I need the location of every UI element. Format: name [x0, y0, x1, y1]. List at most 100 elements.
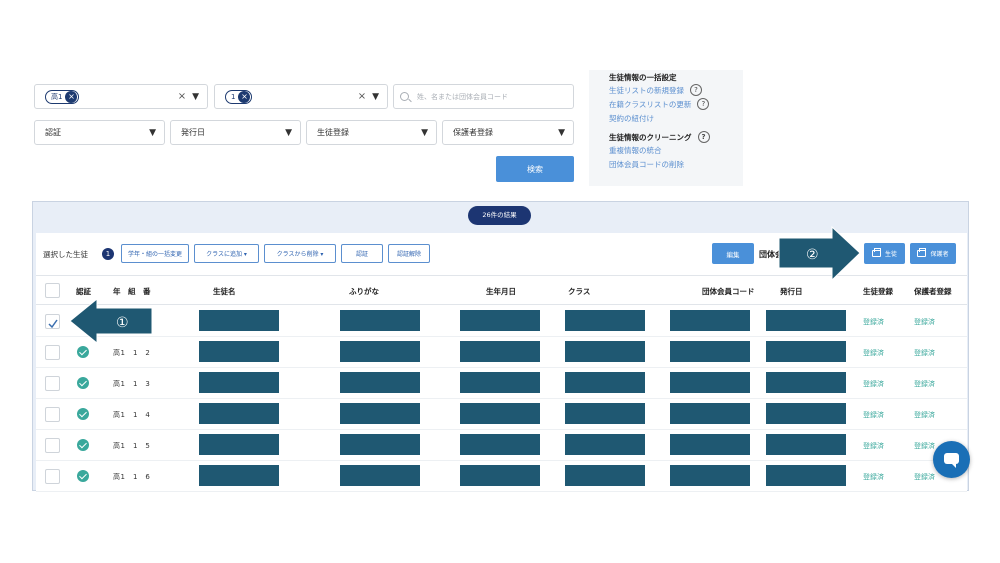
- results-count-badge: 26件の結果: [468, 206, 531, 225]
- redacted-cell: [340, 465, 420, 486]
- row-checkbox[interactable]: [45, 314, 60, 329]
- print-guardian-button[interactable]: 保護者: [910, 243, 956, 264]
- selected-count-badge: 1: [102, 248, 114, 260]
- row-checkbox[interactable]: [45, 407, 60, 422]
- row-checkbox[interactable]: [45, 438, 60, 453]
- remove-from-class-button[interactable]: クラスから削除 ▾: [264, 244, 336, 263]
- table-row[interactable]: 高1 1 4 登録済 登録済: [36, 399, 967, 430]
- table-row[interactable]: 高1 1 6 登録済 登録済: [36, 461, 967, 492]
- print-student-label: 生徒: [884, 251, 897, 258]
- redacted-cell: [565, 434, 645, 455]
- redacted-cell: [199, 434, 279, 455]
- row-grade: 高1 1 6: [113, 473, 151, 481]
- header-student-reg: 生徒登録: [863, 287, 893, 296]
- auth-filter-label: 認証: [45, 128, 61, 137]
- unauthenticate-button[interactable]: 認証解除: [388, 244, 430, 263]
- verified-check-icon: [77, 470, 89, 482]
- guardian-reg-status: 登録済: [914, 442, 935, 450]
- auth-filter-select[interactable]: 認証 ▼: [34, 120, 165, 145]
- redacted-cell: [565, 403, 645, 424]
- caret-down-icon[interactable]: ▼: [192, 92, 199, 102]
- update-class-list-label: 在籍クラスリストの更新: [609, 99, 692, 109]
- help-icon[interactable]: ?: [697, 98, 710, 110]
- issue-date-filter-select[interactable]: 発行日 ▼: [170, 120, 301, 145]
- help-icon[interactable]: ?: [697, 131, 710, 143]
- redacted-cell: [460, 310, 540, 331]
- search-input[interactable]: 姓、名または団体会員コード: [393, 84, 574, 109]
- bulk-grade-change-button[interactable]: 学年・組の一括変更: [121, 244, 189, 263]
- student-reg-status: 登録済: [863, 442, 884, 450]
- delete-member-code-link[interactable]: 団体会員コードの削除: [609, 157, 743, 171]
- page: 高1 × × ▼ 1 × × ▼ 姓、名または団体会員コード 認証 ▼ 発行日 ▼ …: [0, 0, 1000, 563]
- row-grade: 高1 1 2: [113, 349, 151, 357]
- chip-remove-icon[interactable]: ×: [238, 90, 251, 103]
- edit-button[interactable]: 編集: [712, 243, 754, 264]
- table-row[interactable]: 高1 1 2 登録済 登録済: [36, 337, 967, 368]
- row-grade: 高1 1 3: [113, 380, 151, 388]
- verified-check-icon: [77, 377, 89, 389]
- redacted-cell: [766, 372, 846, 393]
- redacted-cell: [766, 403, 846, 424]
- student-info-menu: 生徒情報の一括設定 生徒リストの新規登録? 在籍クラスリストの更新? 契約の紐付…: [589, 70, 743, 186]
- print-student-button[interactable]: 生徒: [864, 243, 905, 264]
- redacted-cell: [766, 341, 846, 362]
- row-checkbox[interactable]: [45, 469, 60, 484]
- grade-chip-label: 高1: [51, 92, 63, 101]
- verified-check-icon: [77, 346, 89, 358]
- help-icon[interactable]: ?: [690, 84, 702, 96]
- header-auth: 認証: [76, 287, 91, 296]
- student-reg-status: 登録済: [863, 380, 884, 388]
- guardian-reg-status: 登録済: [914, 318, 935, 326]
- add-to-class-button[interactable]: クラスに追加 ▾: [194, 244, 259, 263]
- redacted-cell: [460, 465, 540, 486]
- redacted-cell: [565, 465, 645, 486]
- checkmark-icon: [48, 319, 58, 329]
- merge-duplicates-label: 重複情報の統合: [609, 145, 662, 155]
- link-contract-link[interactable]: 契約の紐付け: [609, 111, 743, 125]
- class-filter-chips: 1 ×: [225, 89, 358, 104]
- redacted-cell: [670, 403, 750, 424]
- redacted-cell: [766, 310, 846, 331]
- row-checkbox[interactable]: [45, 376, 60, 391]
- search-button[interactable]: 検索: [496, 156, 574, 182]
- chat-button[interactable]: [933, 441, 970, 478]
- header-issue: 発行日: [780, 287, 803, 296]
- chat-icon: [944, 453, 959, 468]
- table-row[interactable]: 高1 1 5 登録済 登録済: [36, 430, 967, 461]
- new-student-list-link[interactable]: 生徒リストの新規登録?: [609, 83, 743, 97]
- guardian-reg-status: 登録済: [914, 380, 935, 388]
- redacted-cell: [670, 372, 750, 393]
- student-reg-filter-select[interactable]: 生徒登録 ▼: [306, 120, 437, 145]
- guardian-reg-filter-select[interactable]: 保護者登録 ▼: [442, 120, 574, 145]
- table-row[interactable]: 高1 1 3 登録済 登録済: [36, 368, 967, 399]
- table-row[interactable]: 登録済 登録済: [36, 306, 967, 337]
- update-class-list-link[interactable]: 在籍クラスリストの更新?: [609, 97, 743, 111]
- new-student-list-label: 生徒リストの新規登録: [609, 85, 684, 95]
- caret-down-icon[interactable]: ▼: [372, 92, 379, 102]
- merge-duplicates-link[interactable]: 重複情報の統合: [609, 143, 743, 157]
- redacted-cell: [670, 434, 750, 455]
- class-filter-select[interactable]: 1 × × ▼: [214, 84, 388, 109]
- class-chip-label: 1: [231, 92, 236, 101]
- row-checkbox[interactable]: [45, 345, 60, 360]
- verified-check-icon: [77, 408, 89, 420]
- print-guardian-label: 保護者: [930, 251, 949, 258]
- chip-remove-icon[interactable]: ×: [65, 90, 78, 103]
- header-kana: ふりがな: [349, 287, 379, 296]
- redacted-cell: [460, 403, 540, 424]
- grade-filter-select[interactable]: 高1 × × ▼: [34, 84, 208, 109]
- student-reg-filter-label: 生徒登録: [317, 128, 349, 137]
- caret-down-icon: ▼: [421, 127, 428, 138]
- header-code: 団体会員コード: [702, 287, 755, 296]
- class-chip[interactable]: 1 ×: [225, 89, 253, 104]
- grade-chip[interactable]: 高1 ×: [45, 89, 80, 104]
- select-all-checkbox[interactable]: [45, 283, 60, 298]
- redacted-cell: [565, 341, 645, 362]
- clear-icon[interactable]: ×: [178, 91, 186, 102]
- redacted-cell: [199, 465, 279, 486]
- authenticate-button[interactable]: 認証: [341, 244, 383, 263]
- redacted-cell: [670, 310, 750, 331]
- student-reg-status: 登録済: [863, 411, 884, 419]
- clear-icon[interactable]: ×: [358, 91, 366, 102]
- issue-date-filter-label: 発行日: [181, 128, 205, 137]
